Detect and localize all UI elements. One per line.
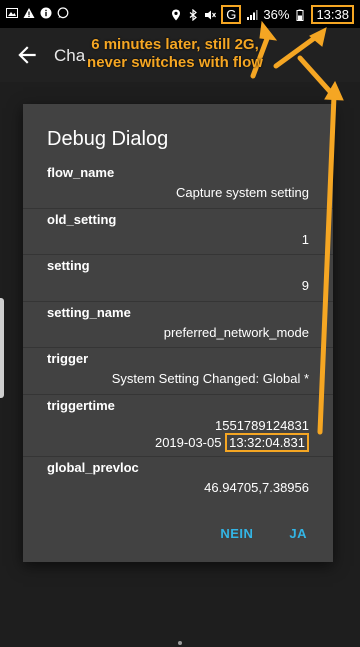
row-value: Capture system setting (176, 185, 309, 200)
dialog-row-setting: setting 9 (23, 255, 333, 302)
row-key: setting_name (47, 304, 131, 320)
warning-icon (23, 8, 35, 18)
status-bar-right: G 36% 13:38 (170, 5, 354, 24)
row-value: System Setting Changed: Global * (111, 371, 309, 387)
dialog-rows: flow_name Capture system setting old_set… (23, 162, 333, 504)
row-key: global_prevloc (47, 459, 139, 475)
nein-button[interactable]: NEIN (212, 522, 261, 546)
row-key: setting (47, 258, 90, 274)
status-bar: G 36% 13:38 (0, 0, 360, 28)
ja-button[interactable]: JA (281, 522, 315, 546)
row-key: triggertime (47, 397, 115, 413)
row-value: 46.94705,7.38956 (204, 479, 309, 495)
info-icon (40, 7, 52, 19)
dialog-title: Debug Dialog (47, 128, 169, 150)
status-bar-left (6, 7, 69, 19)
row-value-time-highlight: 13:32:04.831 (225, 432, 309, 452)
row-value: 1 (301, 231, 309, 247)
image-icon (6, 8, 18, 18)
annotation-line-1: 6 minutes later, still 2G, (91, 36, 259, 53)
network-type-indicator: G (221, 5, 242, 24)
row-key: trigger (47, 351, 89, 367)
dialog-row-flow-name: flow_name Capture system setting (23, 162, 333, 209)
dialog-row-trigger: trigger System Setting Changed: Global * (23, 348, 333, 395)
row-key: flow_name (47, 165, 115, 180)
bluetooth-icon (189, 8, 198, 21)
dialog-row-triggertime: triggertime 1551789124831 2019-03-05 13:… (23, 395, 333, 457)
row-value: 9 (301, 278, 309, 294)
dialog-row-old-setting: old_setting 1 (23, 209, 333, 256)
battery-percent: 36% (263, 7, 290, 22)
status-bar-clock: 13:38 (311, 5, 354, 24)
dialog-row-global-prevloc: global_prevloc 46.94705,7.38956 (23, 457, 333, 504)
row-value-datetime: 2019-03-05 13:32:04.831 (154, 432, 309, 452)
location-icon (172, 9, 181, 20)
nav-indicator (178, 641, 182, 645)
mute-icon (205, 10, 217, 19)
whatsapp-icon (57, 7, 69, 19)
dialog-actions: NEIN JA (212, 522, 333, 546)
signal-icon (247, 9, 259, 20)
annotation-line-2: never switches with flow (87, 54, 263, 71)
row-key: old_setting (47, 211, 117, 227)
edge-panel-handle[interactable] (0, 298, 4, 398)
row-value-date: 2019-03-05 (154, 434, 222, 450)
back-arrow-icon[interactable] (14, 42, 40, 68)
battery-icon (296, 9, 304, 21)
annotation-text: 6 minutes later, still 2G, never switche… (70, 36, 280, 72)
debug-dialog: Debug Dialog flow_name Capture system se… (23, 104, 333, 562)
dialog-row-setting-name: setting_name preferred_network_mode (23, 302, 333, 349)
row-value: 1551789124831 (215, 417, 309, 433)
row-value: preferred_network_mode (163, 324, 309, 340)
